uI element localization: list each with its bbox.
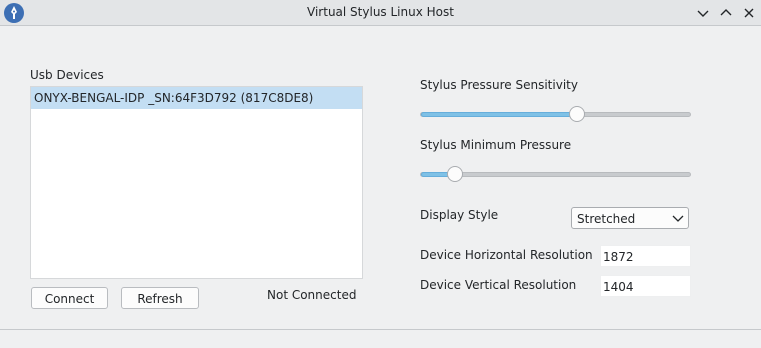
slider-fill [421,112,579,117]
minimize-button[interactable] [694,4,712,22]
vertical-resolution-label: Device Vertical Resolution [420,278,577,292]
horizontal-resolution-field[interactable]: 1872 [600,245,691,267]
window-title: Virtual Stylus Linux Host [307,5,454,19]
connect-button[interactable]: Connect [31,287,108,309]
pressure-sensitivity-label: Stylus Pressure Sensitivity [420,78,578,92]
maximize-button[interactable] [717,4,735,22]
display-style-label: Display Style [420,208,499,222]
title-bar: Virtual Stylus Linux Host [0,0,761,26]
chevron-down-icon [697,10,709,17]
list-item[interactable]: ONYX-BENGAL-IDP _SN:64F3D792 (817C8DE8) [31,87,362,109]
pressure-sensitivity-slider[interactable] [420,112,691,117]
connection-status: Not Connected [267,288,357,302]
display-style-value: Stretched [577,212,636,226]
refresh-button[interactable]: Refresh [121,287,199,309]
horizontal-resolution-value: 1872 [603,250,634,264]
device-name: ONYX-BENGAL-IDP _SN:64F3D792 (817C8DE8) [34,91,314,105]
close-button[interactable] [740,4,758,22]
usb-devices-label: Usb Devices [30,68,104,82]
vertical-resolution-field[interactable]: 1404 [600,275,691,297]
chevron-down-icon [672,215,684,222]
usb-device-list[interactable]: ONYX-BENGAL-IDP _SN:64F3D792 (817C8DE8) [30,86,363,279]
vertical-resolution-value: 1404 [603,280,634,294]
minimum-pressure-label: Stylus Minimum Pressure [420,138,572,152]
display-style-select[interactable]: Stretched [571,207,689,229]
minimum-pressure-handle[interactable] [447,166,464,182]
status-divider [0,329,761,330]
horizontal-resolution-label: Device Horizontal Resolution [420,248,593,262]
pressure-sensitivity-handle[interactable] [569,106,586,122]
close-icon [744,8,754,18]
chevron-up-icon [720,9,732,16]
